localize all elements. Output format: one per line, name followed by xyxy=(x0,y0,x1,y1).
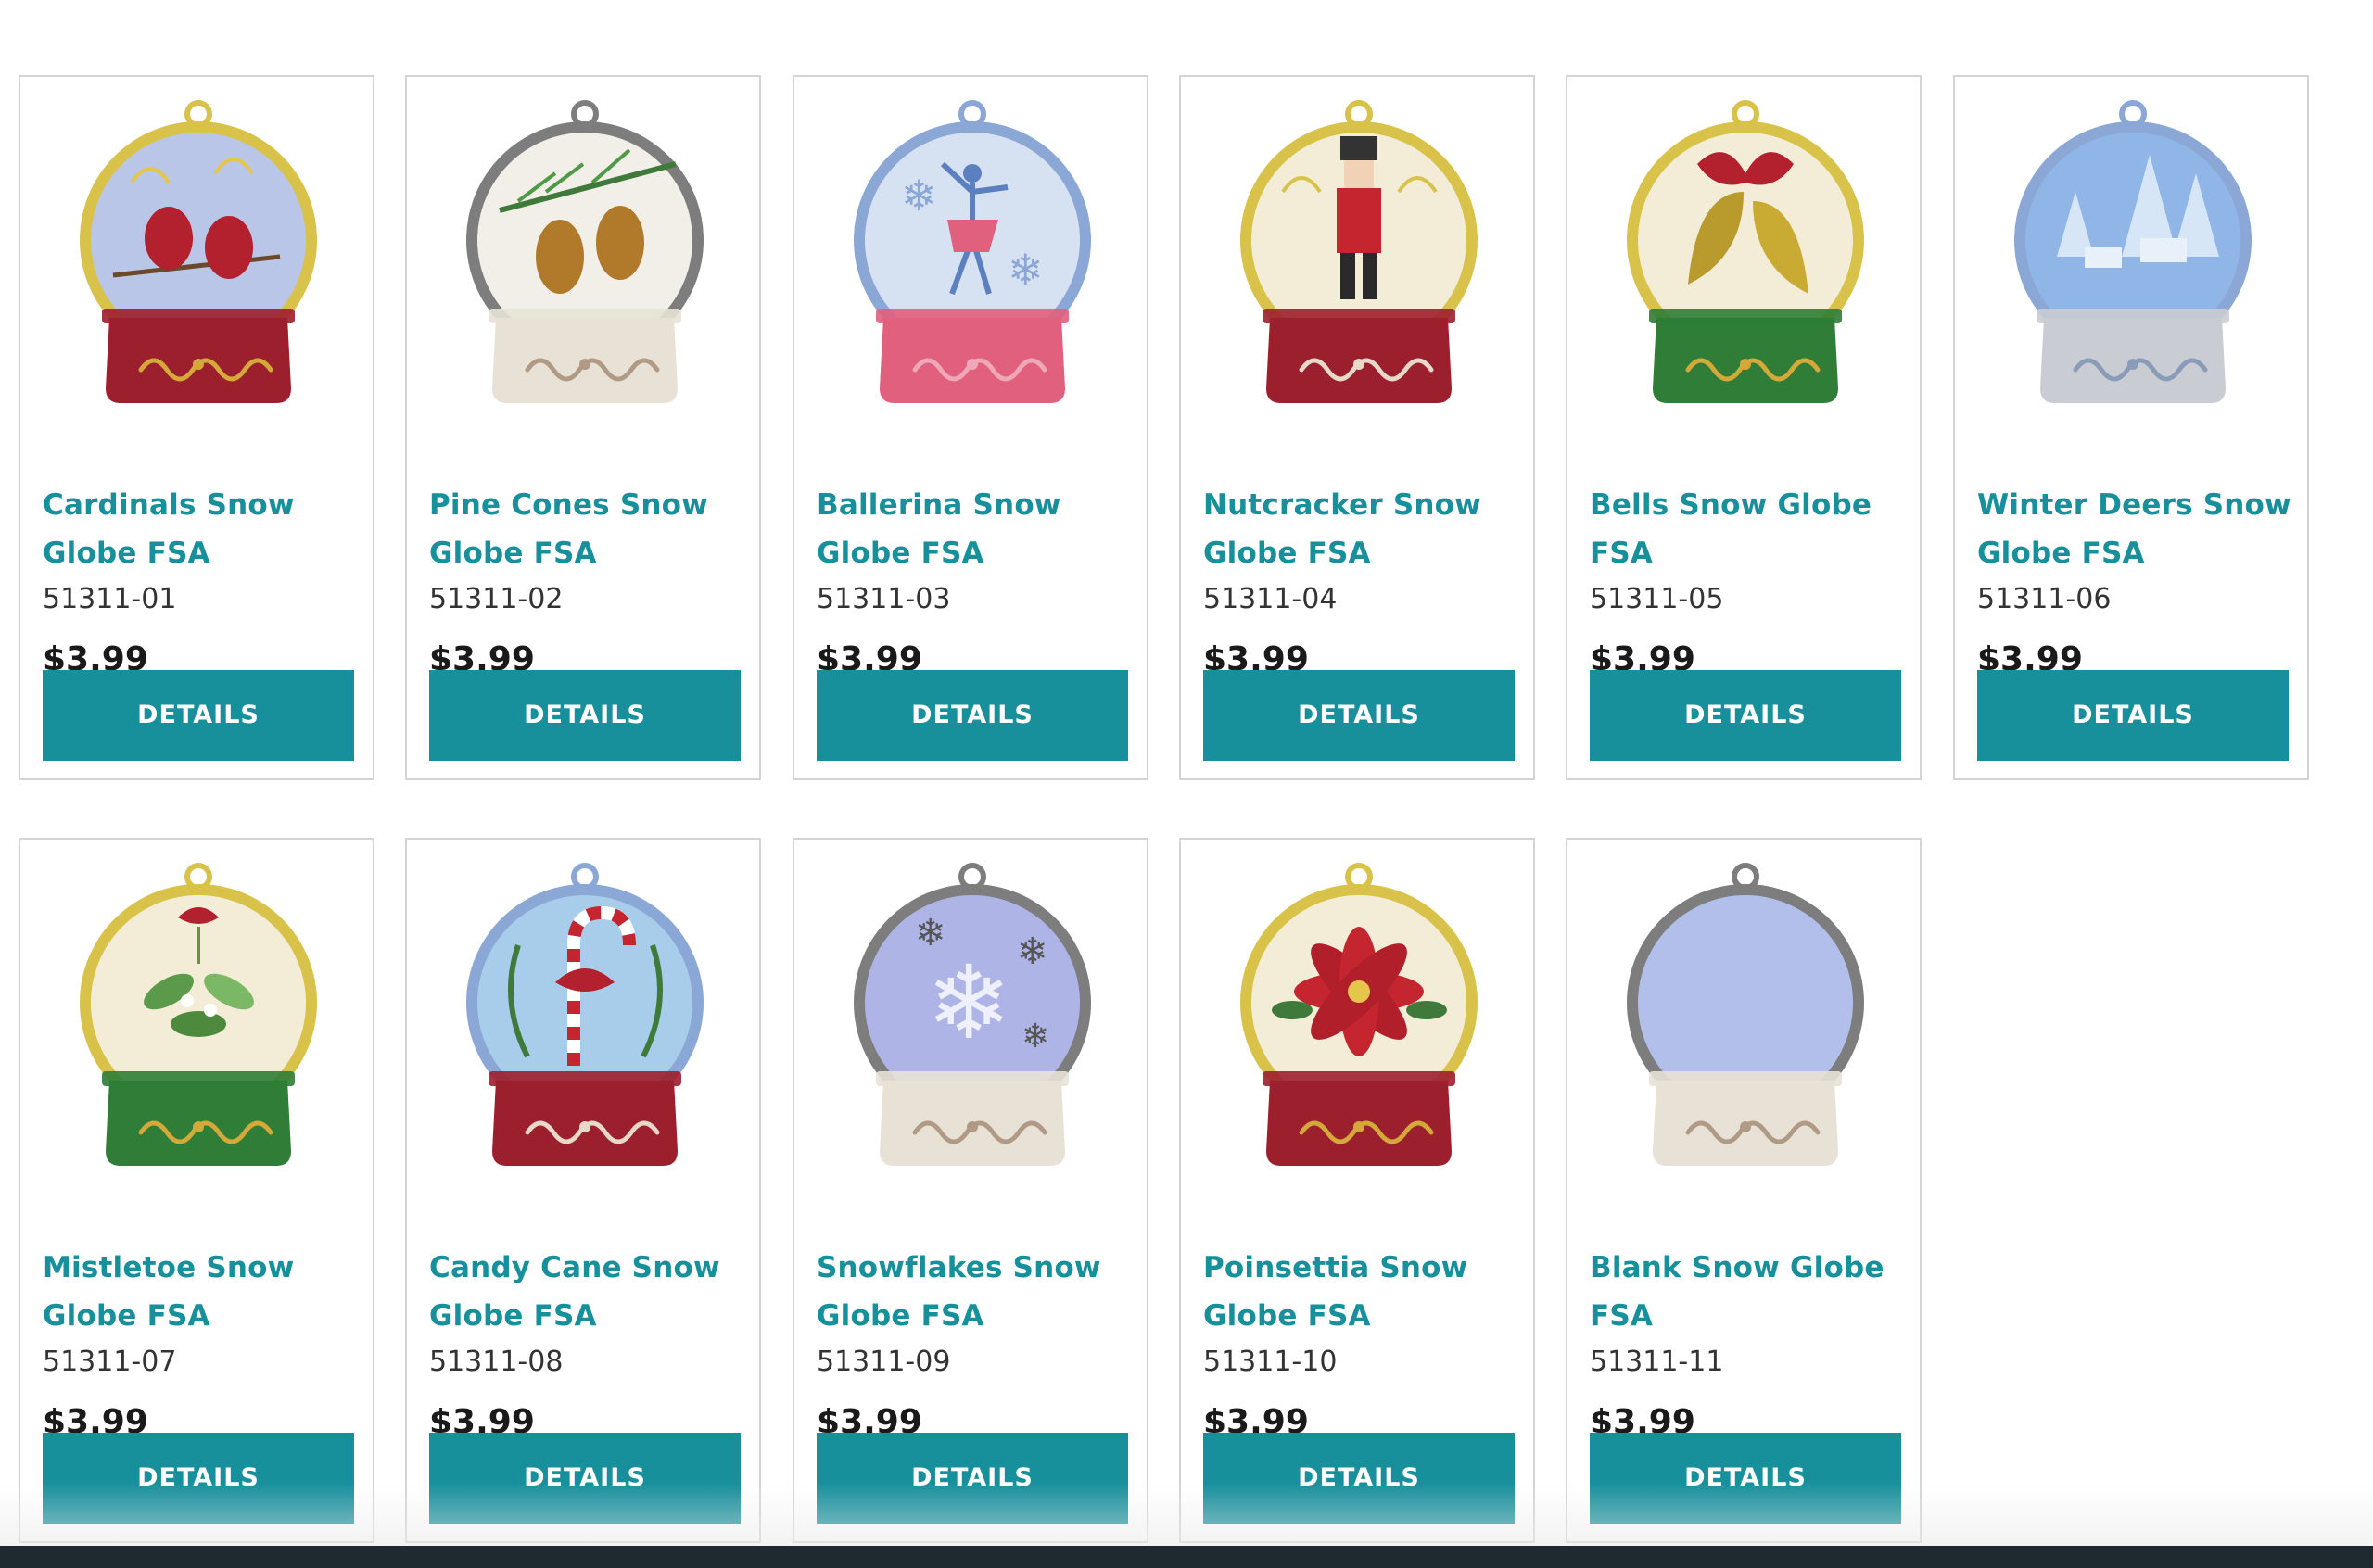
product-sku: 51311-06 xyxy=(1977,583,2112,615)
details-button[interactable]: DETAILS xyxy=(1203,670,1515,761)
product-card: Candy Cane Snow Globe FSA 51311-08 $3.99 DE… xyxy=(405,838,761,1543)
svg-text:❄: ❄ xyxy=(1008,245,1044,295)
product-card: Bells Snow Globe FSA 51311-05 $3.99 DETAILS xyxy=(1566,75,1922,780)
product-sku: 51311-07 xyxy=(43,1346,177,1378)
svg-text:❄: ❄ xyxy=(1022,1018,1049,1056)
product-card: Mistletoe Snow Globe FSA 51311-07 $3.99 DET… xyxy=(19,838,374,1543)
product-card: Blank Snow Globe FSA 51311-11 $3.99 DETAILS xyxy=(1566,838,1922,1543)
product-image[interactable] xyxy=(2011,99,2255,411)
product-title-link[interactable]: Ballerina Snow Globe FSA xyxy=(817,481,1137,577)
svg-text:❄: ❄ xyxy=(915,912,946,955)
svg-text:❄: ❄ xyxy=(926,943,1011,1062)
product-image[interactable] xyxy=(1237,862,1481,1173)
product-card: ❄ ❄ ❄ ❄ Snowflakes Snow Globe FSA 51311-09 $3.… xyxy=(793,838,1148,1543)
details-button[interactable]: DETAILS xyxy=(1590,670,1901,761)
product-card: Pine Cones Snow Globe FSA 51311-02 $3.99 DE… xyxy=(405,75,761,780)
details-button[interactable]: DETAILS xyxy=(429,670,741,761)
product-title-link[interactable]: Mistletoe Snow Globe FSA xyxy=(43,1244,363,1340)
product-sku: 51311-04 xyxy=(1203,583,1338,615)
product-image[interactable] xyxy=(1623,862,1868,1173)
product-title-link[interactable]: Candy Cane Snow Globe FSA xyxy=(429,1244,750,1340)
product-image[interactable]: ❄ ❄ xyxy=(850,99,1095,411)
product-sku: 51311-11 xyxy=(1590,1346,1724,1378)
svg-text:❄: ❄ xyxy=(901,171,937,221)
product-image[interactable] xyxy=(463,99,707,411)
product-card: Nutcracker Snow Globe FSA 51311-04 $3.99 DE… xyxy=(1179,75,1535,780)
product-image[interactable] xyxy=(463,862,707,1173)
product-card: Cardinals Snow Globe FSA 51311-01 $3.99 DET… xyxy=(19,75,374,780)
product-title-link[interactable]: Pine Cones Snow Globe FSA xyxy=(429,481,750,577)
product-image[interactable] xyxy=(1237,99,1481,411)
product-title-link[interactable]: Cardinals Snow Globe FSA xyxy=(43,481,363,577)
details-button[interactable]: DETAILS xyxy=(1977,670,2289,761)
bottom-bar xyxy=(0,1546,2373,1568)
product-sku: 51311-08 xyxy=(429,1346,564,1378)
product-title-link[interactable]: Snowflakes Snow Globe FSA xyxy=(817,1244,1137,1340)
product-card: Winter Deers Snow Globe FSA 51311-06 $3.99… xyxy=(1953,75,2309,780)
product-sku: 51311-02 xyxy=(429,583,564,615)
product-sku: 51311-10 xyxy=(1203,1346,1338,1378)
product-sku: 51311-09 xyxy=(817,1346,951,1378)
product-sku: 51311-01 xyxy=(43,583,177,615)
product-title-link[interactable]: Nutcracker Snow Globe FSA xyxy=(1203,481,1524,577)
product-title-link[interactable]: Bells Snow Globe FSA xyxy=(1590,481,1910,577)
page-fade xyxy=(0,1483,2373,1546)
product-sku: 51311-03 xyxy=(817,583,951,615)
product-image[interactable] xyxy=(76,99,321,411)
product-card: ❄ ❄ Ballerina Snow Globe FSA 51311-03 $3.99 D… xyxy=(793,75,1148,780)
product-sku: 51311-05 xyxy=(1590,583,1724,615)
product-image[interactable] xyxy=(1623,99,1868,411)
details-button[interactable]: DETAILS xyxy=(817,670,1128,761)
product-grid: Cardinals Snow Globe FSA 51311-01 $3.99 DET… xyxy=(0,0,2373,1568)
svg-text:❄: ❄ xyxy=(1017,930,1048,973)
product-card: Poinsettia Snow Globe FSA 51311-10 $3.99 DE… xyxy=(1179,838,1535,1543)
details-button[interactable]: DETAILS xyxy=(43,670,354,761)
product-title-link[interactable]: Winter Deers Snow Globe FSA xyxy=(1977,481,2298,577)
product-image[interactable] xyxy=(76,862,321,1173)
product-title-link[interactable]: Poinsettia Snow Globe FSA xyxy=(1203,1244,1524,1340)
product-title-link[interactable]: Blank Snow Globe FSA xyxy=(1590,1244,1910,1340)
product-image[interactable]: ❄ ❄ ❄ ❄ xyxy=(850,862,1095,1173)
